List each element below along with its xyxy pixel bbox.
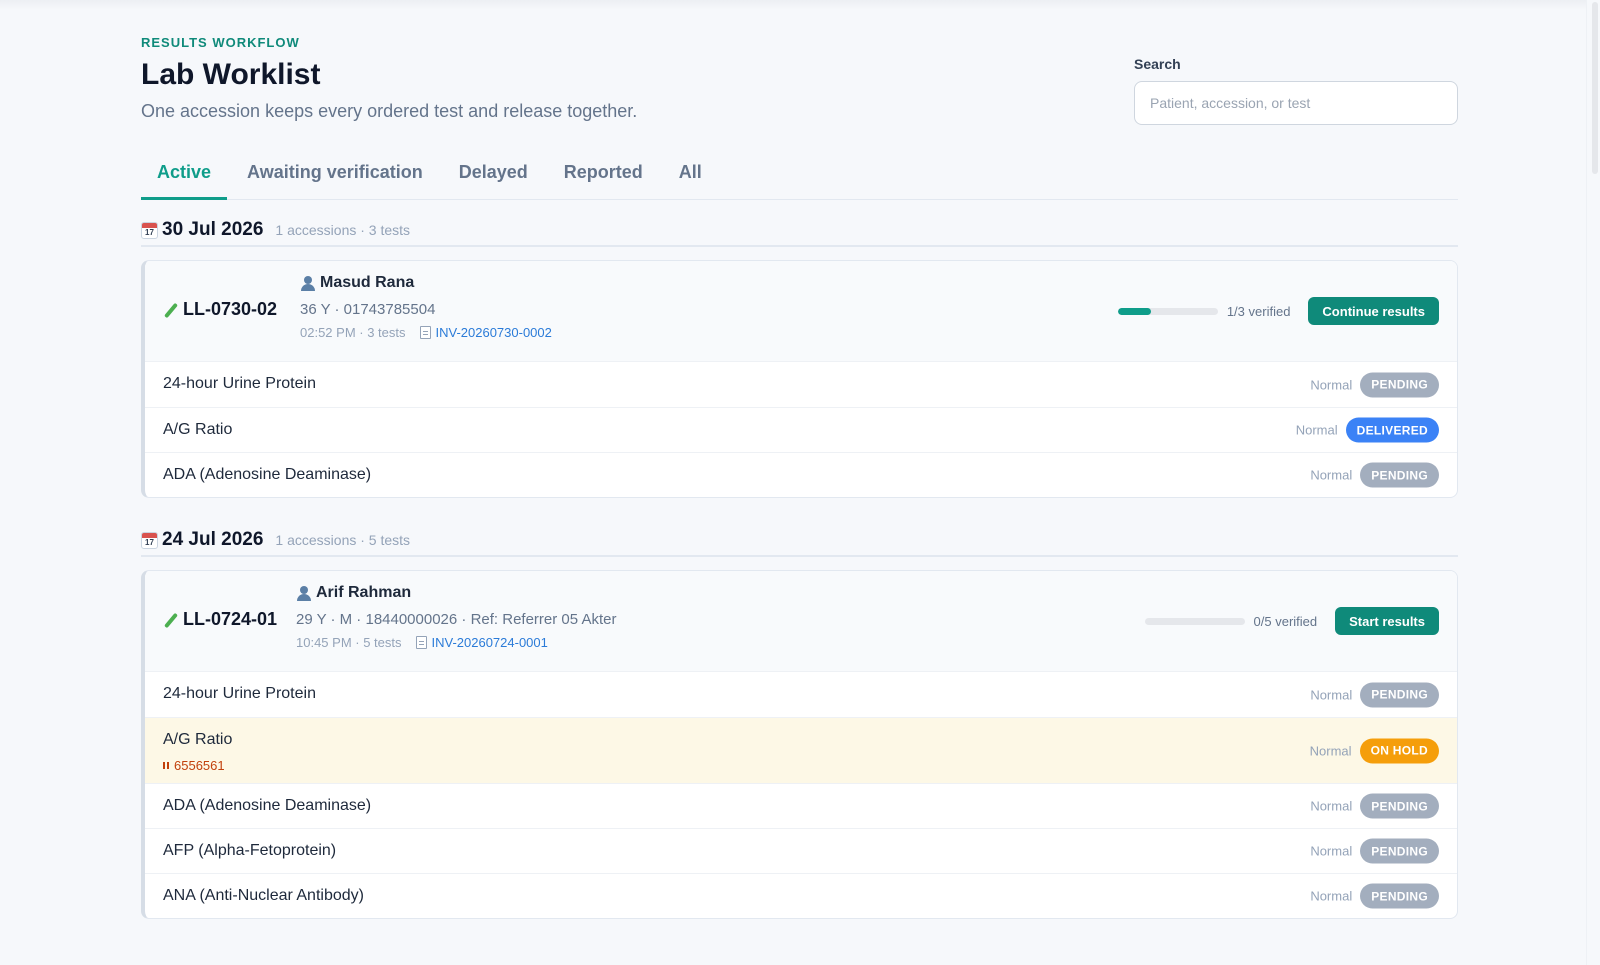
tab-awaiting-verification[interactable]: Awaiting verification (231, 152, 439, 199)
continue-results-button[interactable]: Continue results (1308, 297, 1439, 325)
status-badge: PENDING (1360, 838, 1439, 864)
status-badge: PENDING (1360, 883, 1439, 909)
worklist-page: RESULTS WORKFLOW Lab Worklist One access… (141, 0, 1458, 919)
patient-details: 36 Y · 01743785504 (300, 301, 436, 318)
accession-meta: 02:52 PM · 3 tests INV-20260730-0002 (300, 325, 552, 340)
status-badge: PENDING (1360, 682, 1439, 707)
page-subtitle: One accession keeps every ordered test a… (141, 101, 638, 121)
verified-count: 1/3 verified (1226, 303, 1291, 319)
patient-name: Masud Rana (320, 274, 415, 291)
result-flag: Normal (1295, 422, 1338, 438)
time-tests: 10:45 PM · 5 tests (296, 635, 402, 650)
progress-bar (1144, 617, 1245, 625)
test-name: ADA (Adenosine Deaminase) (163, 466, 372, 483)
test-row[interactable]: A/G Ratio Normal DELIVERED (145, 407, 1457, 452)
page-scrollbar[interactable] (1586, 0, 1600, 965)
start-results-button[interactable]: Start results (1335, 607, 1439, 635)
invoice-link[interactable]: INV-20260730-0002 (436, 325, 552, 340)
invoice-link[interactable]: INV-20260724-0001 (432, 635, 548, 650)
test-name: 24-hour Urine Protein (163, 375, 316, 392)
result-flag: Normal (1310, 843, 1353, 859)
test-name: AFP (Alpha-Fetoprotein) (163, 842, 337, 859)
tab-all[interactable]: All (663, 152, 718, 199)
hold-note: 6556561 (163, 758, 225, 773)
status-badge: PENDING (1360, 372, 1439, 397)
test-tube-icon (163, 302, 177, 318)
accession-number: LL-0730-02 (183, 299, 278, 319)
test-row[interactable]: ADA (Adenosine Deaminase) Normal PENDING (145, 783, 1457, 828)
patient-info: Masud Rana 36 Y · 01743785504 02:52 PM ·… (300, 274, 552, 340)
result-flag: Normal (1310, 467, 1353, 483)
date-group: 24 Jul 2026 1 accessions · 5 tests LL-07… (141, 525, 1458, 919)
test-list: 24-hour Urine Protein Normal PENDING A/G … (145, 362, 1457, 497)
test-row[interactable]: AFP (Alpha-Fetoprotein) Normal PENDING (145, 828, 1457, 873)
group-meta: 1 accessions · 5 tests (275, 532, 411, 548)
status-badge: PENDING (1360, 462, 1439, 488)
hold-note-text: 6556561 (174, 758, 225, 773)
document-icon (415, 636, 427, 649)
test-name: A/G Ratio (163, 421, 233, 438)
accession-meta: 10:45 PM · 5 tests INV-20260724-0001 (296, 635, 616, 650)
accession-card: LL-0730-02 Masud Rana 36 Y · 01743785504… (141, 260, 1458, 498)
test-name: ANA (Anti-Nuclear Antibody) (163, 887, 364, 904)
accession-header: LL-0730-02 Masud Rana 36 Y · 01743785504… (145, 261, 1457, 362)
accession-number: LL-0724-01 (183, 609, 278, 629)
status-badge: ON HOLD (1359, 738, 1439, 763)
test-list: 24-hour Urine Protein Normal PENDING A/G … (145, 672, 1457, 918)
tab-reported[interactable]: Reported (548, 152, 659, 199)
date-header: 24 Jul 2026 1 accessions · 5 tests (141, 525, 1458, 557)
time-tests: 02:52 PM · 3 tests (300, 325, 406, 340)
test-row[interactable]: ADA (Adenosine Deaminase) Normal PENDING (145, 452, 1457, 497)
test-row-on-hold[interactable]: A/G Ratio 6556561 Normal ON HOLD (145, 717, 1457, 783)
verification-progress: 0/5 verified Start results (1144, 607, 1439, 635)
group-meta: 1 accessions · 3 tests (275, 222, 411, 238)
test-name: ADA (Adenosine Deaminase) (163, 797, 372, 814)
test-name: 24-hour Urine Protein (163, 685, 316, 702)
patient-name: Arif Rahman (316, 584, 412, 601)
page-header: RESULTS WORKFLOW Lab Worklist One access… (141, 0, 1458, 200)
document-icon (419, 326, 431, 339)
tab-delayed[interactable]: Delayed (443, 152, 544, 199)
person-icon (296, 585, 312, 601)
result-flag: Normal (1310, 798, 1353, 814)
test-tube-icon (163, 612, 177, 628)
accession-id: LL-0730-02 (163, 299, 277, 320)
verified-count: 0/5 verified (1253, 613, 1318, 629)
status-badge: DELIVERED (1345, 417, 1439, 443)
result-flag: Normal (1310, 888, 1353, 904)
patient-details: 29 Y · M · 18440000026 · Ref: Referrer 0… (296, 611, 617, 628)
page-eyebrow: RESULTS WORKFLOW (141, 35, 300, 50)
status-tabs: Active Awaiting verification Delayed Rep… (141, 152, 1458, 200)
result-flag: Normal (1310, 377, 1353, 392)
group-date: 30 Jul 2026 (162, 219, 264, 240)
search-input[interactable] (1134, 81, 1458, 125)
scrollbar-thumb[interactable] (1592, 2, 1598, 174)
accession-id: LL-0724-01 (163, 609, 277, 630)
test-name: A/G Ratio (163, 731, 233, 748)
person-icon (300, 275, 316, 291)
calendar-icon (141, 531, 158, 549)
progress-bar (1117, 307, 1218, 315)
verification-progress: 1/3 verified Continue results (1117, 297, 1439, 325)
date-group: 30 Jul 2026 1 accessions · 3 tests LL-07… (141, 215, 1458, 498)
result-flag: Normal (1310, 687, 1353, 702)
patient-info: Arif Rahman 29 Y · M · 18440000026 · Ref… (296, 584, 616, 650)
date-header: 30 Jul 2026 1 accessions · 3 tests (141, 215, 1458, 247)
test-row[interactable]: 24-hour Urine Protein Normal PENDING (145, 672, 1457, 717)
search-field: Search (1134, 56, 1458, 125)
search-label: Search (1134, 56, 1181, 72)
pause-icon (163, 762, 169, 769)
calendar-icon (141, 221, 158, 239)
accession-card: LL-0724-01 Arif Rahman 29 Y · M · 184400… (141, 570, 1458, 919)
result-flag: Normal (1309, 743, 1352, 758)
page-title: Lab Worklist (141, 58, 321, 91)
accession-header: LL-0724-01 Arif Rahman 29 Y · M · 184400… (145, 571, 1457, 672)
status-badge: PENDING (1360, 793, 1439, 819)
tab-active[interactable]: Active (141, 152, 228, 200)
progress-fill (1117, 307, 1151, 315)
test-row[interactable]: 24-hour Urine Protein Normal PENDING (145, 362, 1457, 407)
test-row[interactable]: ANA (Anti-Nuclear Antibody) Normal PENDIN… (145, 873, 1457, 918)
group-date: 24 Jul 2026 (162, 529, 264, 550)
